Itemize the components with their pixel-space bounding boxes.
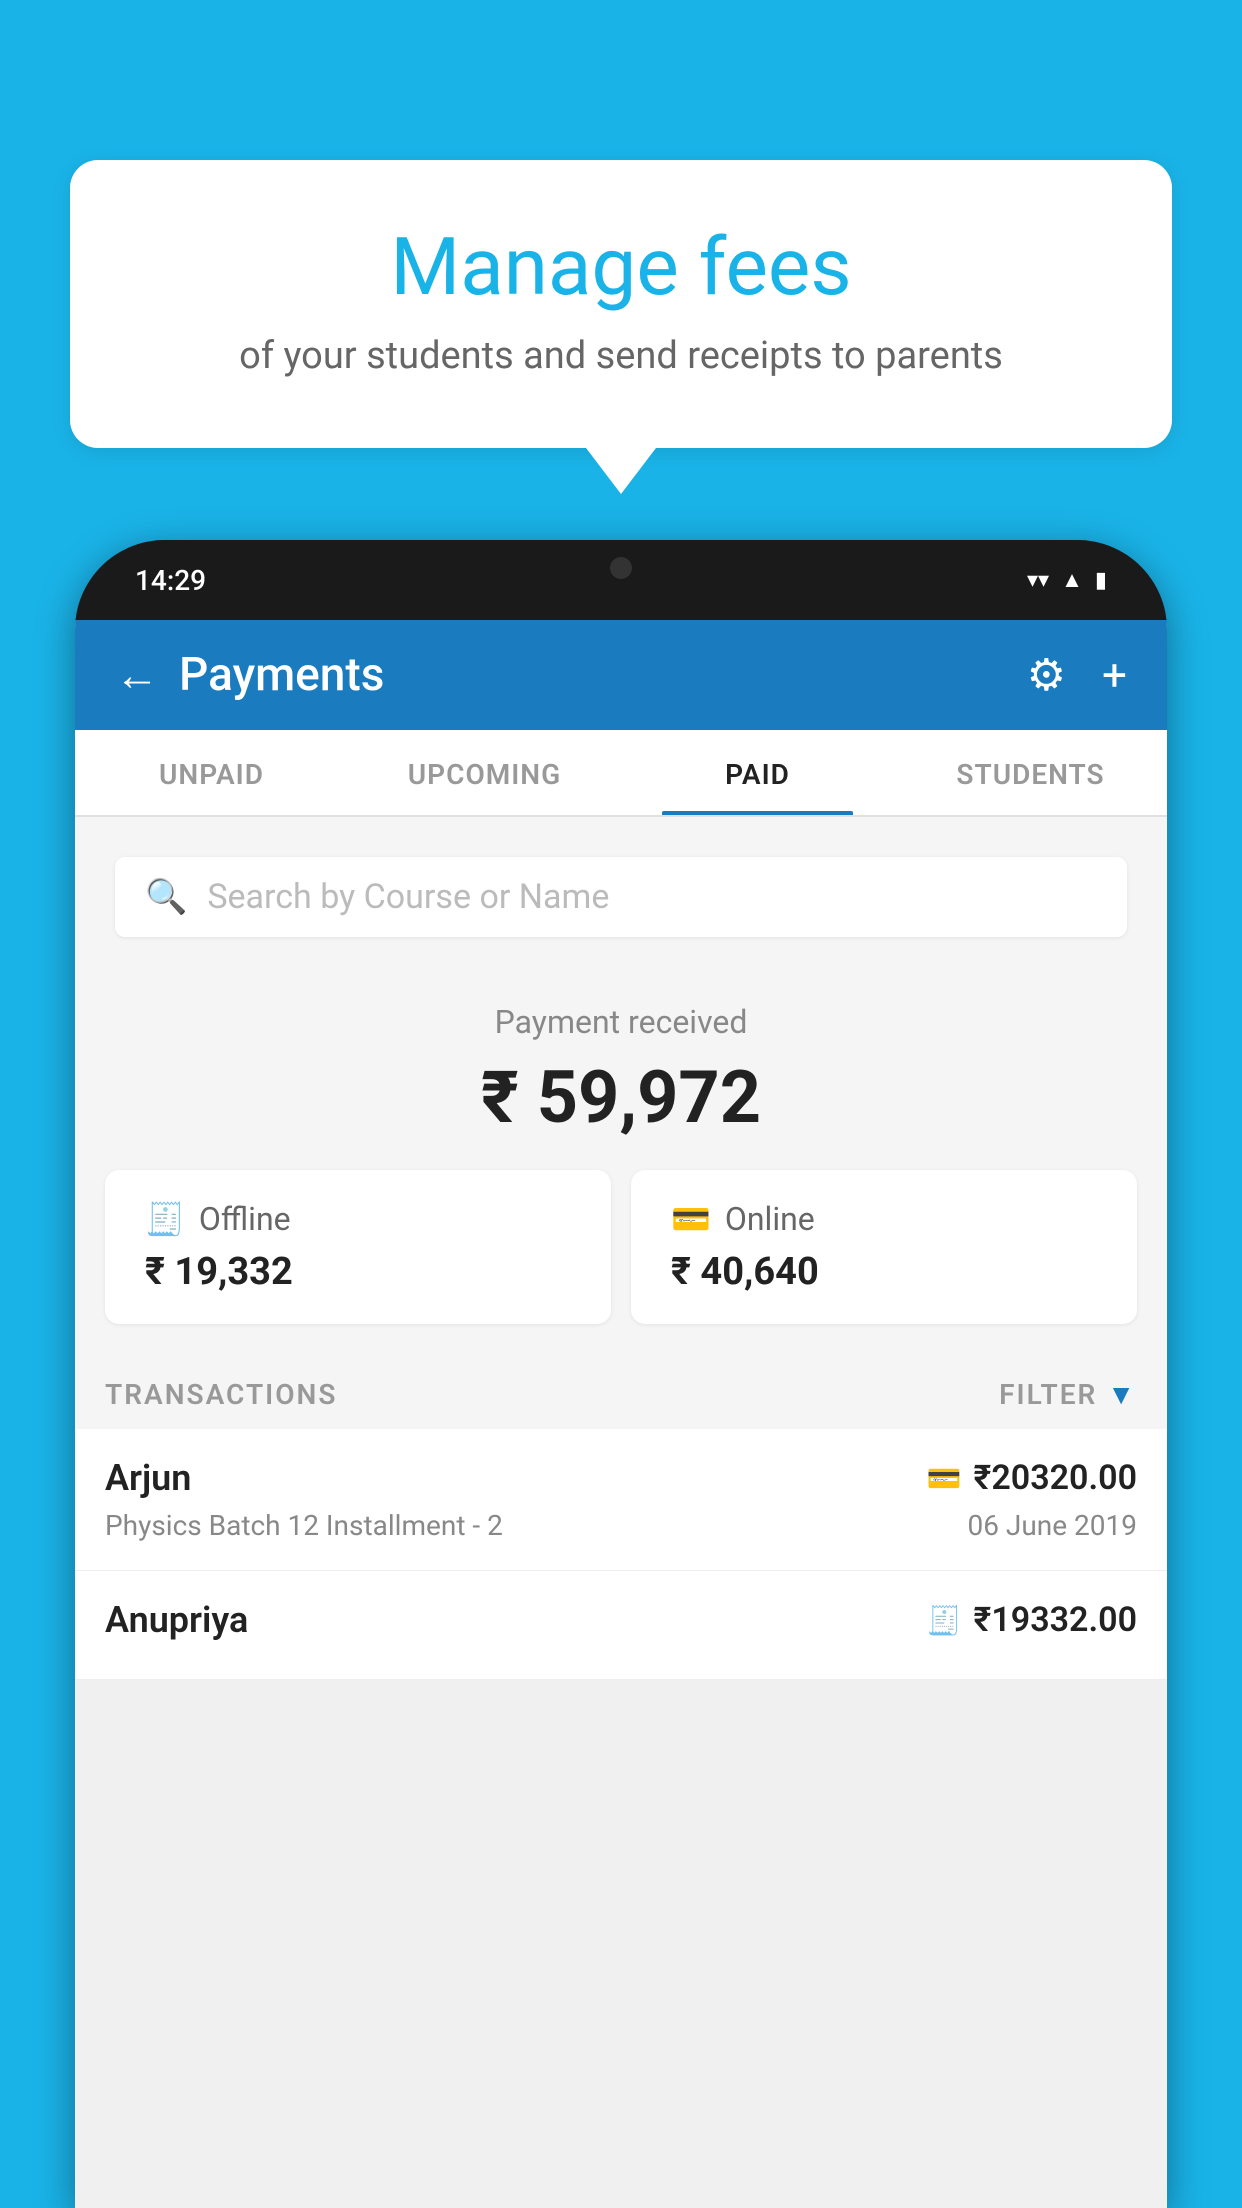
signal-icon: ▲ — [1061, 567, 1083, 593]
transaction-amount-wrap: 🧾 ₹19332.00 — [927, 1600, 1137, 1640]
online-label: Online — [725, 1200, 815, 1238]
payment-breakdown: 🧾 Offline ₹ 19,332 💳 Online ₹ 40,640 — [105, 1170, 1137, 1324]
search-bar[interactable]: 🔍 Search by Course or Name — [115, 857, 1127, 937]
wifi-icon: ▾▾ — [1027, 568, 1049, 593]
battery-icon: ▮ — [1095, 568, 1107, 593]
search-icon: 🔍 — [145, 877, 187, 917]
table-row[interactable]: Anupriya 🧾 ₹19332.00 — [75, 1571, 1167, 1680]
header-left: ← Payments — [115, 648, 384, 702]
tab-unpaid[interactable]: UNPAID — [75, 730, 348, 815]
table-row[interactable]: Arjun 💳 ₹20320.00 Physics Batch 12 Insta… — [75, 1429, 1167, 1571]
online-amount: ₹ 40,640 — [671, 1250, 819, 1294]
status-time: 14:29 — [135, 564, 206, 597]
transaction-amount-wrap: 💳 ₹20320.00 — [927, 1458, 1137, 1498]
offline-amount: ₹ 19,332 — [145, 1250, 293, 1294]
bubble-subtitle: of your students and send receipts to pa… — [120, 334, 1122, 378]
transactions-label: TRANSACTIONS — [105, 1378, 337, 1411]
payment-summary: Payment received ₹ 59,972 🧾 Offline ₹ 19… — [75, 967, 1167, 1354]
payment-type-icon: 💳 — [927, 1462, 962, 1495]
phone-screen: ← Payments ⚙ + UNPAID UPCOMING PAID STUD… — [75, 620, 1167, 2208]
tab-upcoming[interactable]: UPCOMING — [348, 730, 621, 815]
status-bar: 14:29 ▾▾ ▲ ▮ — [75, 540, 1167, 620]
back-button[interactable]: ← — [115, 653, 159, 697]
offline-icon: 🧾 — [145, 1200, 185, 1238]
camera — [610, 557, 632, 579]
transaction-name: Anupriya — [105, 1599, 248, 1641]
speech-bubble: Manage fees of your students and send re… — [70, 160, 1172, 448]
filter-icon: ▼ — [1107, 1378, 1137, 1411]
settings-icon[interactable]: ⚙ — [1027, 649, 1066, 701]
status-icons: ▾▾ ▲ ▮ — [1027, 567, 1107, 593]
tabs-bar: UNPAID UPCOMING PAID STUDENTS — [75, 730, 1167, 817]
payment-received-label: Payment received — [105, 1003, 1137, 1041]
online-card: 💳 Online ₹ 40,640 — [631, 1170, 1137, 1324]
online-icon: 💳 — [671, 1200, 711, 1238]
header-actions: ⚙ + — [1027, 649, 1127, 701]
phone-frame: 14:29 ▾▾ ▲ ▮ ← Payments ⚙ + UNPAID — [75, 540, 1167, 2208]
search-placeholder: Search by Course or Name — [207, 877, 609, 917]
transactions-header: TRANSACTIONS FILTER ▼ — [75, 1354, 1167, 1429]
transaction-name: Arjun — [105, 1457, 191, 1499]
add-button[interactable]: + — [1102, 649, 1127, 701]
transaction-amount: ₹20320.00 — [974, 1458, 1137, 1498]
transaction-course: Physics Batch 12 Installment - 2 — [105, 1509, 503, 1542]
payment-total-amount: ₹ 59,972 — [105, 1055, 1137, 1140]
payment-type-icon: 🧾 — [927, 1604, 962, 1637]
filter-button[interactable]: FILTER ▼ — [999, 1378, 1137, 1411]
app-header: ← Payments ⚙ + — [75, 620, 1167, 730]
phone-notch — [511, 540, 731, 595]
filter-label: FILTER — [999, 1378, 1097, 1411]
offline-label: Offline — [199, 1200, 291, 1238]
tab-paid[interactable]: PAID — [621, 730, 894, 815]
bubble-title: Manage fees — [120, 220, 1122, 314]
transaction-date: 06 June 2019 — [967, 1509, 1137, 1542]
page-title: Payments — [179, 648, 384, 702]
transaction-amount: ₹19332.00 — [974, 1600, 1137, 1640]
tab-students[interactable]: STUDENTS — [894, 730, 1167, 815]
offline-card: 🧾 Offline ₹ 19,332 — [105, 1170, 611, 1324]
